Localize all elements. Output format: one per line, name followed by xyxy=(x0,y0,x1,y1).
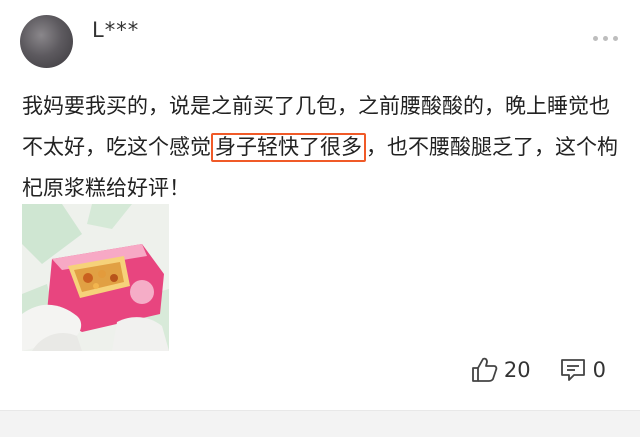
avatar[interactable] xyxy=(20,15,73,68)
review-card: L*** 我妈要我买的，说是之前买了几包，之前腰酸酸的，晚上睡觉也不太好，吃这个… xyxy=(0,0,640,410)
comment-count: 0 xyxy=(592,358,606,382)
comment-text: 我妈要我买的，说是之前买了几包，之前腰酸酸的，晚上睡觉也不太好，吃这个感觉 身子轻… xyxy=(22,86,622,209)
like-count: 20 xyxy=(503,358,531,382)
next-card-edge xyxy=(0,410,640,437)
username: L*** xyxy=(92,18,140,42)
comment-bubble-icon xyxy=(560,359,585,381)
thumbs-up-icon xyxy=(471,357,498,382)
review-photo[interactable] xyxy=(22,204,169,351)
product-photo-image xyxy=(22,204,169,351)
like-button[interactable]: 20 xyxy=(470,357,531,383)
more-dots-icon xyxy=(593,36,598,41)
comment-button[interactable]: 0 xyxy=(559,357,606,383)
more-options-button[interactable] xyxy=(593,36,618,41)
action-bar: 20 0 xyxy=(470,357,606,383)
highlighted-phrase: 身子轻快了很多 xyxy=(211,133,366,162)
